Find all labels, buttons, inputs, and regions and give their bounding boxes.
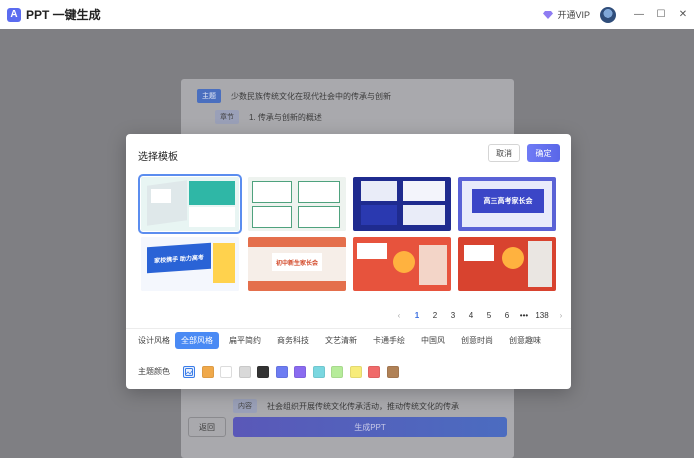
image-icon [185, 367, 193, 376]
color-swatch-all[interactable] [183, 365, 195, 378]
template-thumb-7[interactable] [353, 237, 451, 291]
app-logo-icon: A [7, 7, 21, 22]
style-chip-literary[interactable]: 文艺清新 [319, 332, 363, 349]
color-filter: 主题颜色 [138, 364, 405, 379]
page-last-button[interactable]: 138 [532, 311, 552, 320]
page-1-button[interactable]: 1 [408, 311, 426, 320]
template-thumb-6[interactable]: 初中新生家长会 [248, 237, 346, 291]
divider [126, 328, 571, 329]
topic-tag: 主题 [197, 89, 221, 103]
color-swatch-blue[interactable] [275, 365, 288, 378]
color-swatch-cyan[interactable] [312, 365, 325, 378]
generate-ppt-button[interactable]: 生成PPT [233, 417, 507, 437]
outline-content-row: 内容 社会组织开展传统文化传承活动，推动传统文化的传承 [233, 399, 459, 413]
vip-label: 开通VIP [557, 10, 590, 20]
next-page-button[interactable]: › [552, 311, 570, 320]
template-6-title: 初中新生家长会 [272, 253, 322, 271]
style-filter: 设计风格 全部风格 扁平简约 商务科技 文艺清新 卡通手绘 中国风 创意时尚 创… [138, 332, 551, 349]
prev-page-button[interactable]: ‹ [390, 311, 408, 320]
style-chip-fashion[interactable]: 创意时尚 [455, 332, 499, 349]
template-thumb-2[interactable] [248, 177, 346, 231]
content-text: 社会组织开展传统文化传承活动，推动传统文化的传承 [267, 401, 459, 411]
diamond-icon [543, 10, 554, 19]
vip-button[interactable]: 开通VIP [543, 8, 590, 21]
template-thumb-4[interactable]: 高三高考家长会 [458, 177, 556, 231]
template-thumb-3[interactable] [353, 177, 451, 231]
color-swatch-orange[interactable] [201, 365, 214, 378]
page-6-button[interactable]: 6 [498, 311, 516, 320]
back-button[interactable]: 返回 [188, 417, 226, 437]
pagination: ‹ 1 2 3 4 5 6 ••• 138 › [390, 308, 570, 322]
style-chip-business[interactable]: 商务科技 [271, 332, 315, 349]
outline-topic-row: 主题 少数民族传统文化在现代社会中的传承与创新 [197, 89, 391, 103]
style-chip-chinese[interactable]: 中国风 [415, 332, 451, 349]
more-pages-button[interactable]: ••• [516, 311, 532, 320]
page-2-button[interactable]: 2 [426, 311, 444, 320]
minimize-icon[interactable]: — [628, 0, 650, 29]
chapter-text: 1. 传承与创新的概述 [249, 112, 322, 122]
color-filter-label: 主题颜色 [138, 367, 170, 376]
color-swatch-brown[interactable] [386, 365, 399, 378]
template-5-title: 家校携手 助力高考 [147, 242, 211, 274]
page-3-button[interactable]: 3 [444, 311, 462, 320]
color-swatch-black[interactable] [257, 365, 269, 378]
style-chip-flat[interactable]: 扁平简约 [223, 332, 267, 349]
template-thumb-5[interactable]: 家校携手 助力高考 [141, 237, 239, 291]
confirm-button[interactable]: 确定 [527, 144, 560, 162]
color-swatch-gray[interactable] [238, 365, 251, 378]
template-thumb-1[interactable] [138, 174, 242, 234]
style-chip-fun[interactable]: 创意趣味 [503, 332, 547, 349]
template-4-title: 高三高考家长会 [472, 189, 544, 213]
dialog-title: 选择模板 [138, 152, 178, 163]
maximize-icon[interactable]: ☐ [650, 0, 672, 29]
page-5-button[interactable]: 5 [480, 311, 498, 320]
color-swatch-purple[interactable] [294, 365, 306, 378]
style-chip-all[interactable]: 全部风格 [175, 332, 219, 349]
style-chip-cartoon[interactable]: 卡通手绘 [367, 332, 411, 349]
color-swatch-white[interactable] [220, 365, 232, 378]
page-4-button[interactable]: 4 [462, 311, 480, 320]
close-icon[interactable]: ✕ [672, 0, 694, 29]
template-thumb-8[interactable] [458, 237, 556, 291]
avatar[interactable] [600, 6, 616, 23]
title-bar: A PPT 一键生成 开通VIP — ☐ ✕ [0, 0, 694, 29]
color-swatch-yellow[interactable] [349, 365, 362, 378]
template-picker-dialog: 选择模板 取消 确定 高三高考家长会 家校携手 助力高考 初中新生家长会 ‹ 1… [126, 134, 571, 389]
template-grid: 高三高考家长会 家校携手 助力高考 初中新生家长会 [138, 174, 560, 291]
content-tag: 内容 [233, 399, 257, 413]
app-title: PPT 一键生成 [26, 8, 101, 22]
topic-text: 少数民族传统文化在现代社会中的传承与创新 [231, 91, 391, 101]
cancel-button[interactable]: 取消 [488, 144, 520, 162]
color-swatch-red[interactable] [368, 365, 380, 378]
color-swatch-green[interactable] [331, 365, 343, 378]
outline-chapter-row: 章节 1. 传承与创新的概述 [215, 110, 322, 124]
style-filter-label: 设计风格 [138, 336, 170, 345]
chapter-tag: 章节 [215, 110, 239, 124]
